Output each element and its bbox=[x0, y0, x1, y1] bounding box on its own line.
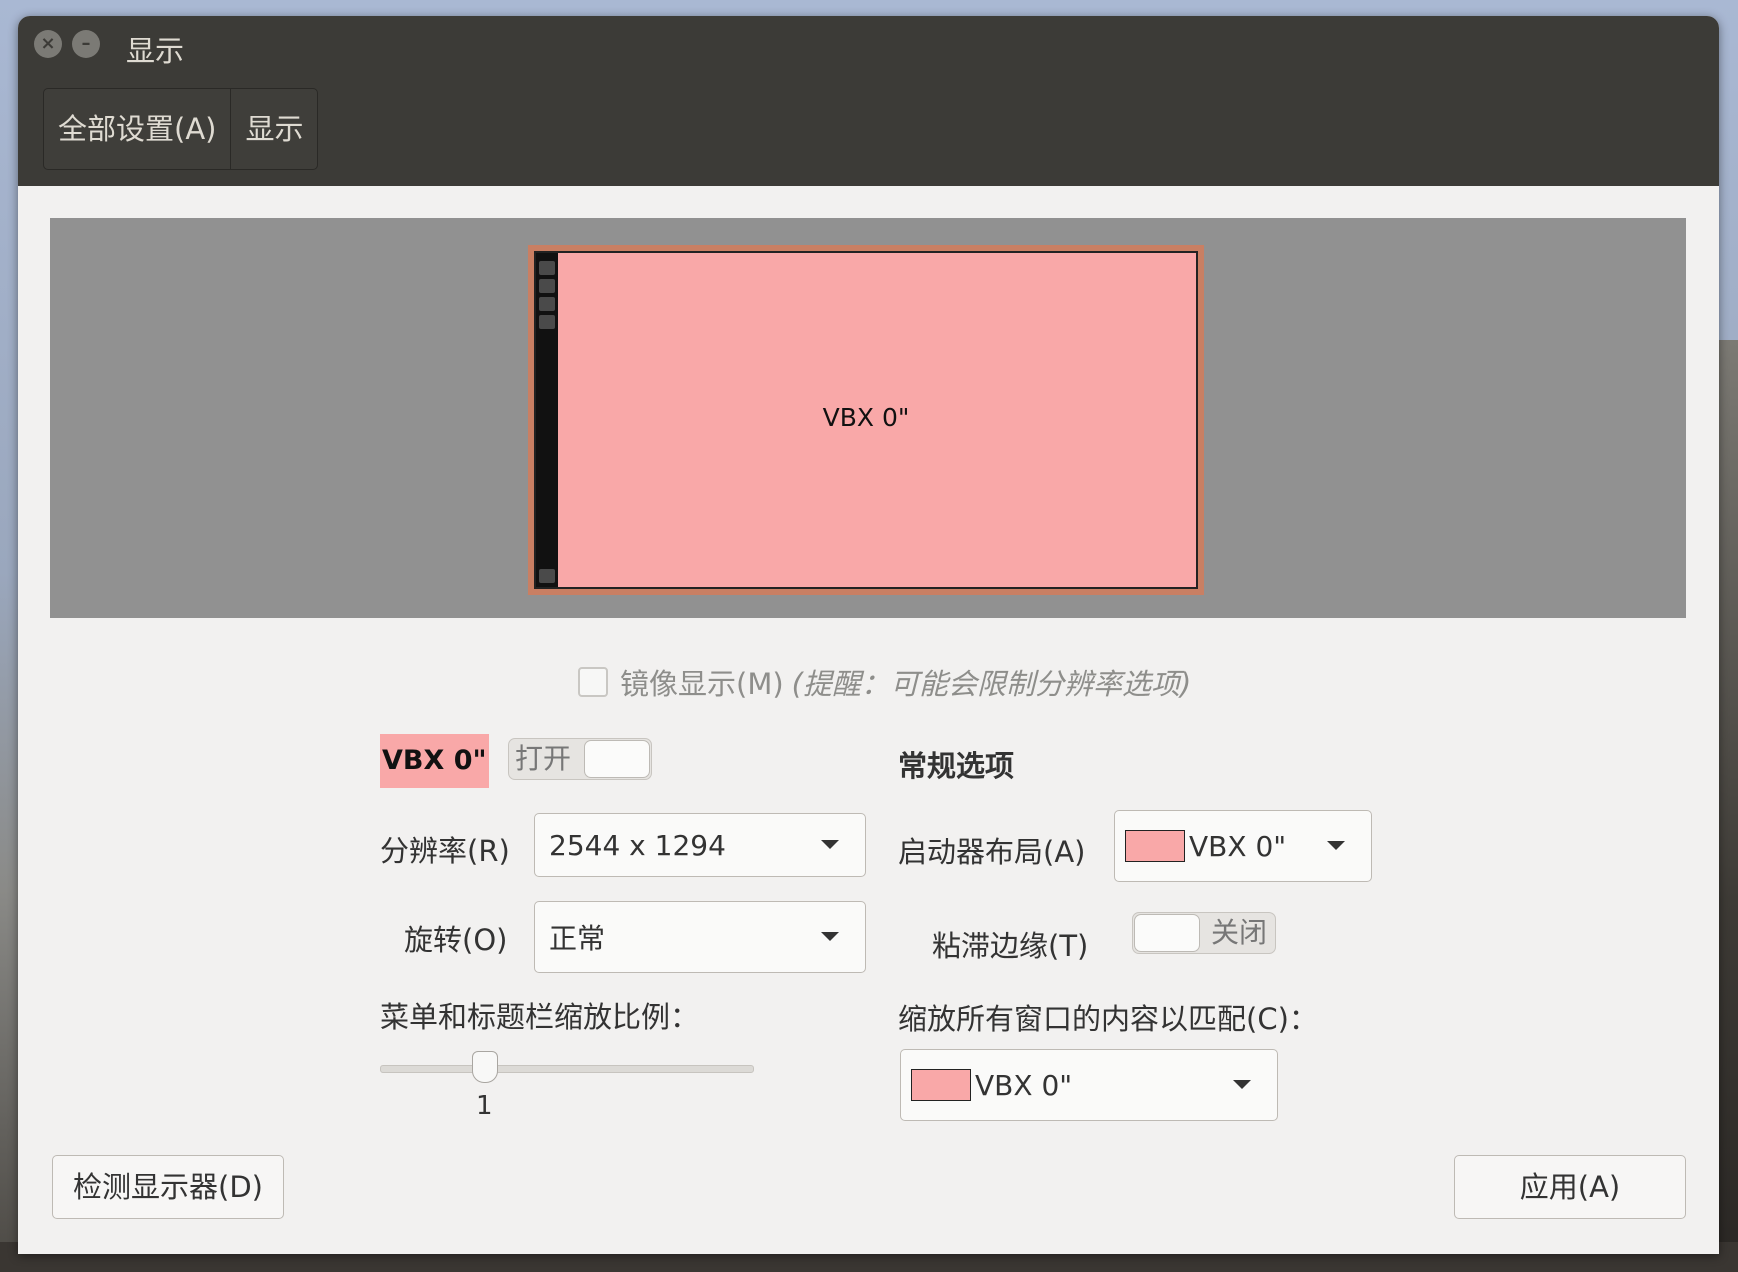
general-options-heading: 常规选项 bbox=[898, 749, 1015, 783]
toggle-knob bbox=[1134, 914, 1200, 952]
rotation-value: 正常 bbox=[549, 922, 606, 955]
current-panel-crumb[interactable]: 显示 bbox=[230, 89, 317, 169]
scale-all-windows-label: 缩放所有窗口的内容以匹配(C)： bbox=[898, 1002, 1318, 1036]
launcher-icon bbox=[539, 569, 555, 583]
resolution-dropdown[interactable]: 2544 x 1294 bbox=[534, 813, 866, 877]
launcher-icon bbox=[539, 279, 555, 293]
rotation-dropdown[interactable]: 正常 bbox=[534, 901, 866, 973]
mirror-displays-checkbox[interactable] bbox=[578, 667, 608, 697]
mirror-displays-label: 镜像显示(M) bbox=[620, 667, 784, 701]
apply-button[interactable]: 应用(A) bbox=[1454, 1155, 1686, 1219]
scale-slider[interactable] bbox=[380, 1065, 754, 1073]
scale-slider-handle[interactable] bbox=[472, 1051, 498, 1083]
display-settings-window: × – 显示 全部设置(A) 显示 VBX 0" 镜像显示(M) (提醒：可能会… bbox=[18, 16, 1719, 1254]
sticky-edges-toggle[interactable]: 关闭 bbox=[1132, 912, 1276, 954]
breadcrumb: 全部设置(A) 显示 bbox=[43, 88, 319, 170]
scale-all-windows-value: VBX 0" bbox=[975, 1068, 1073, 1102]
chevron-down-icon bbox=[1233, 1080, 1251, 1089]
rotation-label: 旋转(O) bbox=[404, 923, 508, 957]
resolution-value: 2544 x 1294 bbox=[549, 828, 726, 862]
chevron-down-icon bbox=[821, 932, 839, 941]
launcher-icon bbox=[539, 315, 555, 329]
display-color-swatch bbox=[1125, 830, 1185, 862]
detect-displays-button[interactable]: 检测显示器(D) bbox=[52, 1155, 284, 1219]
minimize-window-button[interactable]: – bbox=[72, 30, 100, 58]
scale-label: 菜单和标题栏缩放比例： bbox=[380, 1000, 700, 1034]
monitor-label: VBX 0" bbox=[822, 403, 910, 432]
scale-value: 1 bbox=[476, 1091, 493, 1121]
resolution-label: 分辨率(R) bbox=[380, 834, 510, 868]
display-toggle-label: 打开 bbox=[515, 742, 572, 775]
mirror-displays-row: 镜像显示(M) (提醒：可能会限制分辨率选项) bbox=[578, 661, 1191, 703]
launcher-placement-value: VBX 0" bbox=[1189, 829, 1287, 863]
display-color-swatch bbox=[911, 1069, 971, 1101]
launcher-icon bbox=[539, 297, 555, 311]
display-name-label: VBX 0" bbox=[380, 734, 489, 788]
mirror-displays-note: (提醒：可能会限制分辨率选项) bbox=[791, 667, 1192, 701]
launcher-placement-label: 启动器布局(A) bbox=[898, 835, 1086, 869]
launcher-icon bbox=[539, 261, 555, 275]
minimize-icon: – bbox=[81, 33, 91, 54]
close-icon: × bbox=[40, 33, 56, 54]
window-title: 显示 bbox=[126, 34, 185, 68]
display-arrangement-preview: VBX 0" bbox=[50, 218, 1686, 618]
sticky-toggle-label: 关闭 bbox=[1210, 916, 1267, 949]
monitor-preview[interactable]: VBX 0" bbox=[528, 245, 1204, 595]
title-bar: × – 显示 全部设置(A) 显示 bbox=[18, 16, 1719, 186]
all-settings-button[interactable]: 全部设置(A) bbox=[44, 89, 230, 169]
scale-all-windows-dropdown[interactable]: VBX 0" bbox=[900, 1049, 1278, 1121]
chevron-down-icon bbox=[821, 840, 839, 849]
monitor-screen: VBX 0" bbox=[534, 251, 1198, 589]
display-on-toggle[interactable]: 打开 bbox=[508, 738, 652, 780]
sticky-edges-label: 粘滞边缘(T) bbox=[932, 929, 1089, 963]
toggle-knob bbox=[584, 740, 650, 778]
close-window-button[interactable]: × bbox=[34, 30, 62, 58]
launcher-placement-dropdown[interactable]: VBX 0" bbox=[1114, 810, 1372, 882]
chevron-down-icon bbox=[1327, 841, 1345, 850]
